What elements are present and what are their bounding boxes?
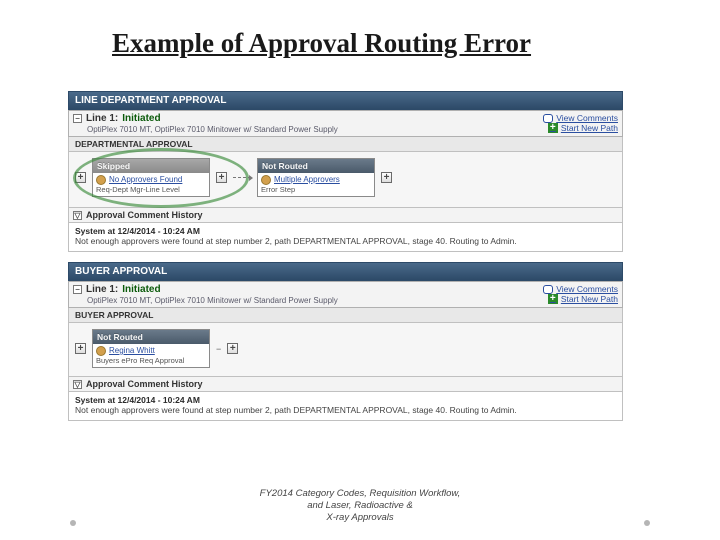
dept-approval-subheader: DEPARTMENTAL APPROVAL [68,137,623,152]
line-label: Line 1: [86,284,118,295]
step-not-routed: Not Routed Multiple Approvers Error Step [257,158,375,197]
plus-icon: + [548,294,558,304]
view-comments-label: View Comments [556,284,618,294]
step-not-routed-sub: Buyers ePro Req Approval [96,356,184,365]
collapse-icon[interactable]: ▽ [73,380,82,389]
slide-footer: FY2014 Category Codes, Requisition Workf… [0,488,720,524]
workflow-buyer: + Not Routed Regina Whitt Buyers ePro Re… [68,323,623,377]
step-not-routed-title: Not Routed [258,159,374,173]
person-icon [96,346,106,356]
comment-history-label: Approval Comment History [86,210,203,220]
workflow-dept: + Skipped No Approvers Found Req-Dept Mg… [68,152,623,208]
collapse-icon[interactable]: ▽ [73,211,82,220]
comment-author: System at 12/4/2014 - 10:24 AM [75,226,616,236]
collapse-icon[interactable]: − [73,285,82,294]
buyer-header: BUYER APPROVAL [68,262,623,281]
footer-line-1: FY2014 Category Codes, Requisition Workf… [0,488,720,500]
start-new-path-label: Start New Path [561,294,618,304]
start-new-path-link[interactable]: + Start New Path [543,123,618,133]
insert-step-button[interactable]: + [216,172,227,183]
comment-history-label: Approval Comment History [86,379,203,389]
insert-step-button[interactable]: + [75,172,86,183]
comment-body-dept: System at 12/4/2014 - 10:24 AM Not enoug… [68,223,623,252]
person-icon [96,175,106,185]
line-status: Initiated [122,284,160,295]
screenshot-panel: LINE DEPARTMENT APPROVAL − Line 1: Initi… [68,91,623,421]
insert-step-button[interactable]: + [75,343,86,354]
line-row-dept: − Line 1: Initiated OptiPlex 7010 MT, Op… [68,110,623,137]
step-skipped-sub: Req-Dept Mgr-Line Level [96,185,180,194]
step-skipped-title: Skipped [93,159,209,173]
comment-text: Not enough approvers were found at step … [75,236,616,246]
line-desc: OptiPlex 7010 MT, OptiPlex 7010 Minitowe… [87,125,338,134]
buyer-approval-subheader: BUYER APPROVAL [68,308,623,323]
step-not-routed-title: Not Routed [93,330,209,344]
line-dept-header: LINE DEPARTMENT APPROVAL [68,91,623,110]
start-new-path-label: Start New Path [561,123,618,133]
comment-history-header: ▽ Approval Comment History [68,208,623,223]
insert-step-button[interactable]: + [381,172,392,183]
footer-line-3: X-ray Approvals [0,512,720,524]
insert-step-button[interactable]: + [227,343,238,354]
step-skipped-link[interactable]: No Approvers Found [109,175,182,184]
line-label: Line 1: [86,113,118,124]
connector-arrow-icon [233,177,251,178]
person-icon [261,175,271,185]
step-not-routed-link[interactable]: Multiple Approvers [274,175,340,184]
comment-body-buyer: System at 12/4/2014 - 10:24 AM Not enoug… [68,392,623,421]
comment-author: System at 12/4/2014 - 10:24 AM [75,395,616,405]
line-row-buyer: − Line 1: Initiated OptiPlex 7010 MT, Op… [68,281,623,308]
footer-line-2: and Laser, Radioactive & [0,500,720,512]
step-not-routed-link[interactable]: Regina Whitt [109,346,155,355]
line-desc: OptiPlex 7010 MT, OptiPlex 7010 Minitowe… [87,296,338,305]
step-not-routed-sub: Error Step [261,185,295,194]
step-not-routed-buyer: Not Routed Regina Whitt Buyers ePro Req … [92,329,210,368]
view-comments-label: View Comments [556,113,618,123]
start-new-path-link[interactable]: + Start New Path [543,294,618,304]
step-skipped: Skipped No Approvers Found Req-Dept Mgr-… [92,158,210,197]
comment-text: Not enough approvers were found at step … [75,405,616,415]
comment-history-header-buyer: ▽ Approval Comment History [68,377,623,392]
line-status: Initiated [122,113,160,124]
collapse-icon[interactable]: − [73,114,82,123]
slide-title: Example of Approval Routing Error [62,28,658,65]
plus-icon: + [548,123,558,133]
terminator: − [216,344,221,354]
